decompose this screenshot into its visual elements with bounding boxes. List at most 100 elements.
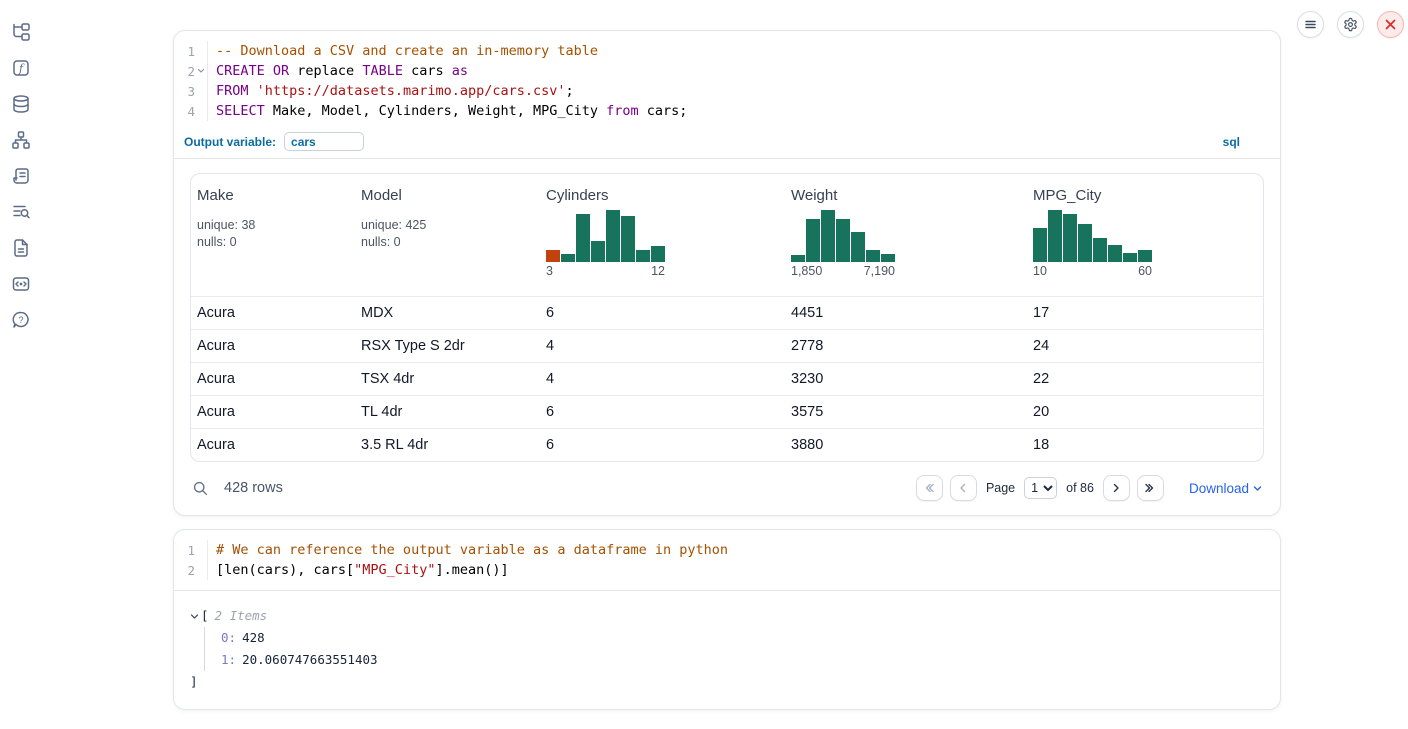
logs-icon[interactable] — [10, 202, 32, 222]
svg-text:f: f — [18, 62, 25, 75]
chevron-down-icon[interactable] — [190, 612, 199, 621]
line-number-gutter: 4 — [174, 101, 208, 121]
histogram-bar[interactable] — [1108, 245, 1122, 262]
menu-icon[interactable] — [1297, 11, 1324, 38]
code-text: [len(cars), cars["MPG_City"].mean()] — [208, 562, 509, 578]
bracket-close: ] — [190, 671, 1264, 693]
line-number-gutter: 1 — [174, 540, 208, 560]
page-label: Page — [986, 481, 1015, 495]
column-histogram[interactable] — [791, 210, 895, 262]
histogram-bar[interactable] — [1138, 250, 1152, 262]
column-header-make[interactable]: Make unique: 38nulls: 0 — [191, 174, 355, 296]
language-badge: sql — [1223, 135, 1240, 149]
histogram-bar[interactable] — [1033, 228, 1047, 262]
histogram-bar[interactable] — [1078, 224, 1092, 262]
histogram-bar[interactable] — [836, 219, 850, 262]
histogram-bar[interactable] — [1048, 210, 1062, 262]
histogram-bar[interactable] — [546, 250, 560, 262]
histogram-bar[interactable] — [636, 250, 650, 262]
function-icon[interactable]: f — [10, 58, 32, 78]
prev-page-button[interactable] — [950, 475, 977, 501]
histogram-bar[interactable] — [881, 254, 895, 262]
histogram-bar[interactable] — [576, 214, 590, 262]
items-count-label: 2 Items — [215, 605, 268, 627]
histogram-bar[interactable] — [806, 219, 820, 262]
histogram-bar[interactable] — [851, 232, 865, 262]
table-cell: 2778 — [785, 338, 1027, 354]
histogram-bar[interactable] — [591, 241, 605, 262]
column-header-mpg_city[interactable]: MPG_City1060 — [1027, 174, 1263, 296]
snippets-icon[interactable] — [10, 274, 32, 294]
output-variable-input[interactable] — [284, 132, 364, 151]
tree-entry-value: 428 — [242, 630, 265, 645]
table-cell: 3230 — [785, 371, 1027, 387]
histogram-bar[interactable] — [791, 255, 805, 262]
code-text: SELECT Make, Model, Cylinders, Weight, M… — [208, 103, 687, 119]
column-summary: unique: 38nulls: 0 — [197, 217, 349, 251]
code-text: # We can reference the output variable a… — [208, 542, 728, 558]
shutdown-icon[interactable] — [1377, 11, 1404, 38]
column-summary: unique: 425nulls: 0 — [361, 217, 534, 251]
table-row: AcuraMDX6445117 — [191, 296, 1263, 329]
page-select[interactable]: 1 — [1024, 477, 1057, 499]
settings-icon[interactable] — [1337, 11, 1364, 38]
fold-chevron-icon[interactable] — [195, 65, 207, 77]
column-header-cylinders[interactable]: Cylinders312 — [540, 174, 785, 296]
table-cell: 3575 — [785, 404, 1027, 420]
histogram-bar[interactable] — [866, 250, 880, 262]
column-name: Model — [361, 187, 534, 204]
python-code-editor[interactable]: 1# We can reference the output variable … — [174, 530, 1280, 591]
download-button[interactable]: Download — [1189, 481, 1262, 496]
table-cell: Acura — [191, 338, 355, 354]
total-pages-label: of 86 — [1066, 481, 1094, 495]
help-icon[interactable]: ? — [10, 310, 32, 330]
file-tree-icon[interactable] — [10, 22, 32, 42]
code-line[interactable]: 2[len(cars), cars["MPG_City"].mean()] — [174, 560, 1280, 580]
histogram-bar[interactable] — [1093, 238, 1107, 262]
column-header-weight[interactable]: Weight1,8507,190 — [785, 174, 1027, 296]
line-number-gutter: 2 — [174, 560, 208, 580]
code-line[interactable]: 4SELECT Make, Model, Cylinders, Weight, … — [174, 101, 1280, 121]
column-name: Make — [197, 187, 349, 204]
python-output: [ 2 Items 0:4281:20.060747663551403 ] — [174, 591, 1280, 709]
histogram-bar[interactable] — [561, 254, 575, 262]
next-page-button[interactable] — [1103, 475, 1130, 501]
tree-entry-key: 1: — [221, 652, 236, 667]
column-histogram[interactable] — [546, 210, 665, 262]
table-cell: TL 4dr — [355, 404, 540, 420]
histogram-range-labels: 1,8507,190 — [791, 264, 895, 278]
pagination: Page 1 of 86 Download — [916, 475, 1262, 501]
code-line[interactable]: 1-- Download a CSV and create an in-memo… — [174, 41, 1280, 61]
code-line[interactable]: 2CREATE OR replace TABLE cars as — [174, 61, 1280, 81]
data-table: Make unique: 38nulls: 0 Model unique: 425nu… — [190, 173, 1264, 462]
sql-code-editor[interactable]: 1-- Download a CSV and create an in-memo… — [174, 31, 1280, 129]
column-histogram[interactable] — [1033, 210, 1152, 262]
bracket-open: [ — [201, 605, 209, 627]
histogram-bar[interactable] — [1063, 214, 1077, 262]
table-cell: 6 — [540, 305, 785, 321]
last-page-button[interactable] — [1137, 475, 1164, 501]
column-header-model[interactable]: Model unique: 425nulls: 0 — [355, 174, 540, 296]
database-icon[interactable] — [10, 94, 32, 114]
code-line[interactable]: 1# We can reference the output variable … — [174, 540, 1280, 560]
histogram-bar[interactable] — [821, 210, 835, 262]
histogram-bar[interactable] — [651, 246, 665, 262]
table-cell: 22 — [1027, 371, 1263, 387]
first-page-button[interactable] — [916, 475, 943, 501]
table-cell: Acura — [191, 305, 355, 321]
table-cell: TSX 4dr — [355, 371, 540, 387]
search-icon[interactable] — [192, 479, 210, 497]
table-cell: 4 — [540, 371, 785, 387]
documentation-icon[interactable] — [10, 238, 32, 258]
code-line[interactable]: 3FROM 'https://datasets.marimo.app/cars.… — [174, 81, 1280, 101]
tree-root-row[interactable]: [ 2 Items — [190, 605, 1264, 627]
dependency-graph-icon[interactable] — [10, 130, 32, 150]
table-row: AcuraRSX Type S 2dr4277824 — [191, 329, 1263, 362]
histogram-bar[interactable] — [1123, 253, 1137, 262]
table-cell: MDX — [355, 305, 540, 321]
output-variable-row: Output variable: sql — [174, 129, 1280, 159]
histogram-bar[interactable] — [621, 216, 635, 262]
scratchpad-icon[interactable] — [10, 166, 32, 186]
line-number-gutter: 3 — [174, 81, 208, 101]
histogram-bar[interactable] — [606, 210, 620, 262]
